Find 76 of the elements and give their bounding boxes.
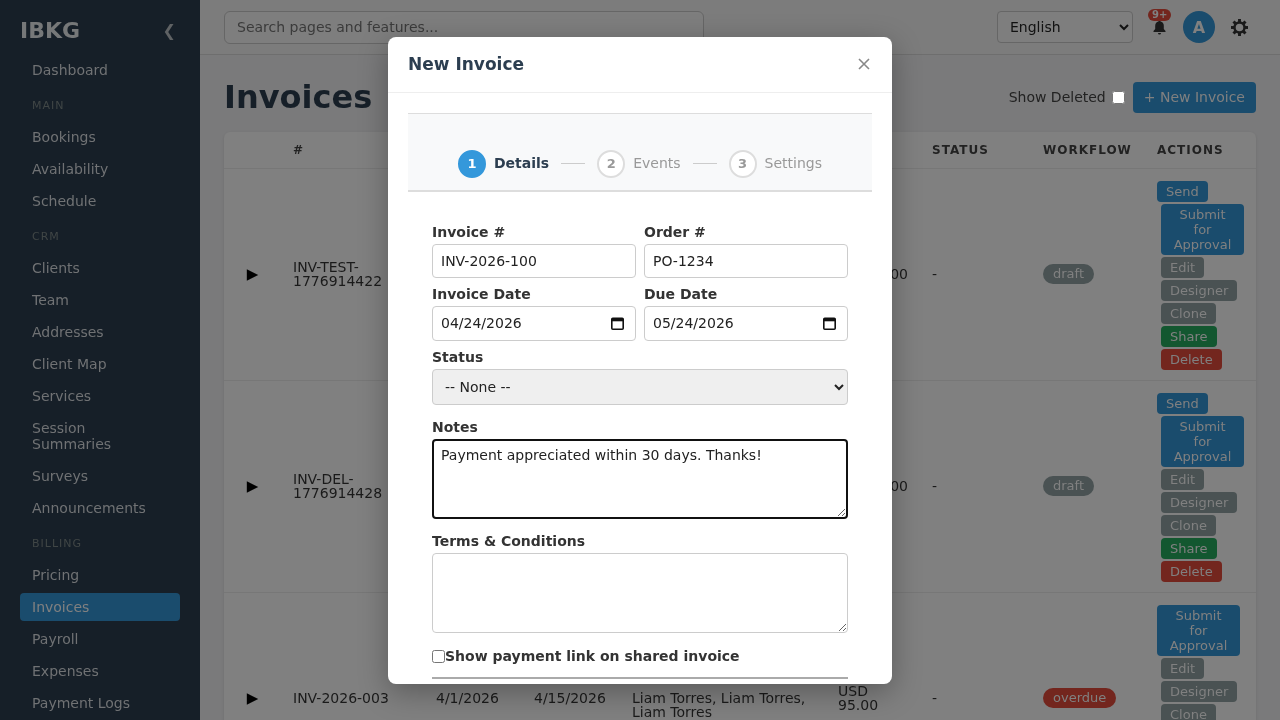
sidebar-item[interactable]: Surveys bbox=[20, 462, 180, 490]
language-select[interactable]: English bbox=[997, 11, 1133, 43]
checkbox[interactable] bbox=[432, 649, 445, 663]
sidebar-item[interactable]: Payment Logs bbox=[20, 689, 180, 717]
wizard-step[interactable]: 2 Events bbox=[597, 149, 681, 178]
action-button[interactable]: Share bbox=[1161, 537, 1217, 559]
field-label: Due Date bbox=[644, 285, 719, 303]
sidebar-item[interactable]: Clients bbox=[20, 254, 180, 282]
app-logo: IBKG bbox=[20, 18, 81, 44]
field-label: Order # bbox=[644, 223, 707, 241]
field-label: Status bbox=[432, 348, 485, 366]
sidebar-item[interactable]: Client Map bbox=[20, 350, 180, 378]
table-cell: 4/1/2026 bbox=[436, 689, 499, 706]
sidebar-item[interactable]: Announcements bbox=[20, 494, 180, 522]
page-title: Invoices bbox=[224, 79, 373, 115]
table-cell: INV-2026-003 bbox=[293, 689, 389, 706]
sidebar-item[interactable]: Team bbox=[20, 286, 180, 314]
table-cell: Liam Torres, Liam Torres, Liam Torres bbox=[632, 689, 806, 720]
show-deleted-checkbox[interactable] bbox=[1111, 90, 1125, 104]
bell-icon[interactable] bbox=[1152, 19, 1166, 35]
wizard-step[interactable]: 3 Settings bbox=[728, 149, 822, 178]
sidebar-item[interactable]: Services bbox=[20, 382, 180, 410]
table-cell: - bbox=[932, 265, 938, 282]
table-cell: INV-DEL-1776914428 bbox=[293, 470, 383, 501]
show-deleted-label: Show Deleted bbox=[1008, 89, 1106, 105]
action-button[interactable]: Submit for Approval bbox=[1161, 415, 1244, 467]
action-button[interactable]: Delete bbox=[1161, 560, 1222, 582]
date-field[interactable]: 05/24/2026 bbox=[644, 305, 848, 341]
checkbox-label: Show payment link on shared invoice bbox=[445, 647, 740, 665]
sidebar-item[interactable]: Bookings bbox=[20, 123, 180, 151]
action-button[interactable]: Send bbox=[1157, 180, 1208, 202]
sidebar-item[interactable]: Availability bbox=[20, 155, 180, 183]
notification-badge: 9+ bbox=[1148, 9, 1172, 21]
calendar-icon[interactable] bbox=[823, 316, 836, 330]
text-input[interactable]: PO-1234 bbox=[644, 243, 848, 278]
sidebar-item[interactable]: Invoices bbox=[20, 593, 180, 621]
sidebar-item[interactable]: Expenses bbox=[20, 657, 180, 685]
expand-button[interactable]: ▶ bbox=[246, 478, 259, 494]
sidebar-item[interactable]: Addresses bbox=[20, 318, 180, 346]
sidebar-item[interactable]: Schedule bbox=[20, 187, 180, 215]
avatar[interactable]: A bbox=[1183, 11, 1215, 43]
close-icon[interactable] bbox=[858, 58, 870, 70]
action-button[interactable]: Send bbox=[1157, 392, 1208, 414]
sidebar-item[interactable]: Payroll bbox=[20, 625, 180, 653]
sidebar-item[interactable]: Session Summaries bbox=[20, 414, 180, 458]
date-field[interactable]: 04/24/2026 bbox=[432, 305, 636, 341]
sidebar-item[interactable]: Pricing bbox=[20, 561, 180, 589]
workflow-badge: overdue bbox=[1043, 688, 1117, 708]
settings-icon[interactable] bbox=[1231, 18, 1248, 36]
table-cell: - bbox=[932, 689, 938, 706]
action-button[interactable]: Delete bbox=[1161, 348, 1222, 370]
sidebar-item[interactable]: Dashboard bbox=[20, 56, 180, 84]
new-invoice-button[interactable]: + New Invoice bbox=[1132, 81, 1256, 113]
calendar-icon[interactable] bbox=[611, 316, 624, 330]
text-input[interactable]: INV-2026-100 bbox=[432, 243, 636, 278]
select-field[interactable]: -- None -- bbox=[432, 368, 848, 405]
collapse-button[interactable]: ❮ bbox=[158, 21, 180, 41]
action-button[interactable]: Submit for Approval bbox=[1161, 203, 1244, 255]
column-header: ACTIONS bbox=[1145, 132, 1256, 168]
table-cell: - bbox=[932, 477, 938, 494]
field-label: Invoice # bbox=[432, 223, 507, 241]
wizard-step[interactable]: 1 Details bbox=[458, 149, 550, 178]
column-header: WORKFLOW bbox=[1031, 132, 1145, 168]
table-cell-text: USD 95.00 bbox=[838, 683, 880, 713]
table-cell: INV-TEST-1776914422 bbox=[293, 258, 383, 289]
action-button[interactable]: Share bbox=[1161, 325, 1217, 347]
expand-button[interactable]: ▶ bbox=[246, 690, 259, 706]
modal-title: New Invoice bbox=[408, 54, 524, 74]
text-area[interactable]: Payment appreciated within 30 days. Thanks! bbox=[432, 438, 848, 519]
action-button[interactable]: Submit for Approval bbox=[1157, 604, 1240, 656]
field-label: Invoice Date bbox=[432, 285, 532, 303]
expand-button[interactable]: ▶ bbox=[246, 266, 259, 282]
column-header: STATUS bbox=[920, 132, 1031, 168]
field-label: Terms & Conditions bbox=[432, 532, 587, 550]
field-label: Notes bbox=[432, 418, 479, 436]
table-cell: 4/15/2026 bbox=[534, 689, 606, 706]
